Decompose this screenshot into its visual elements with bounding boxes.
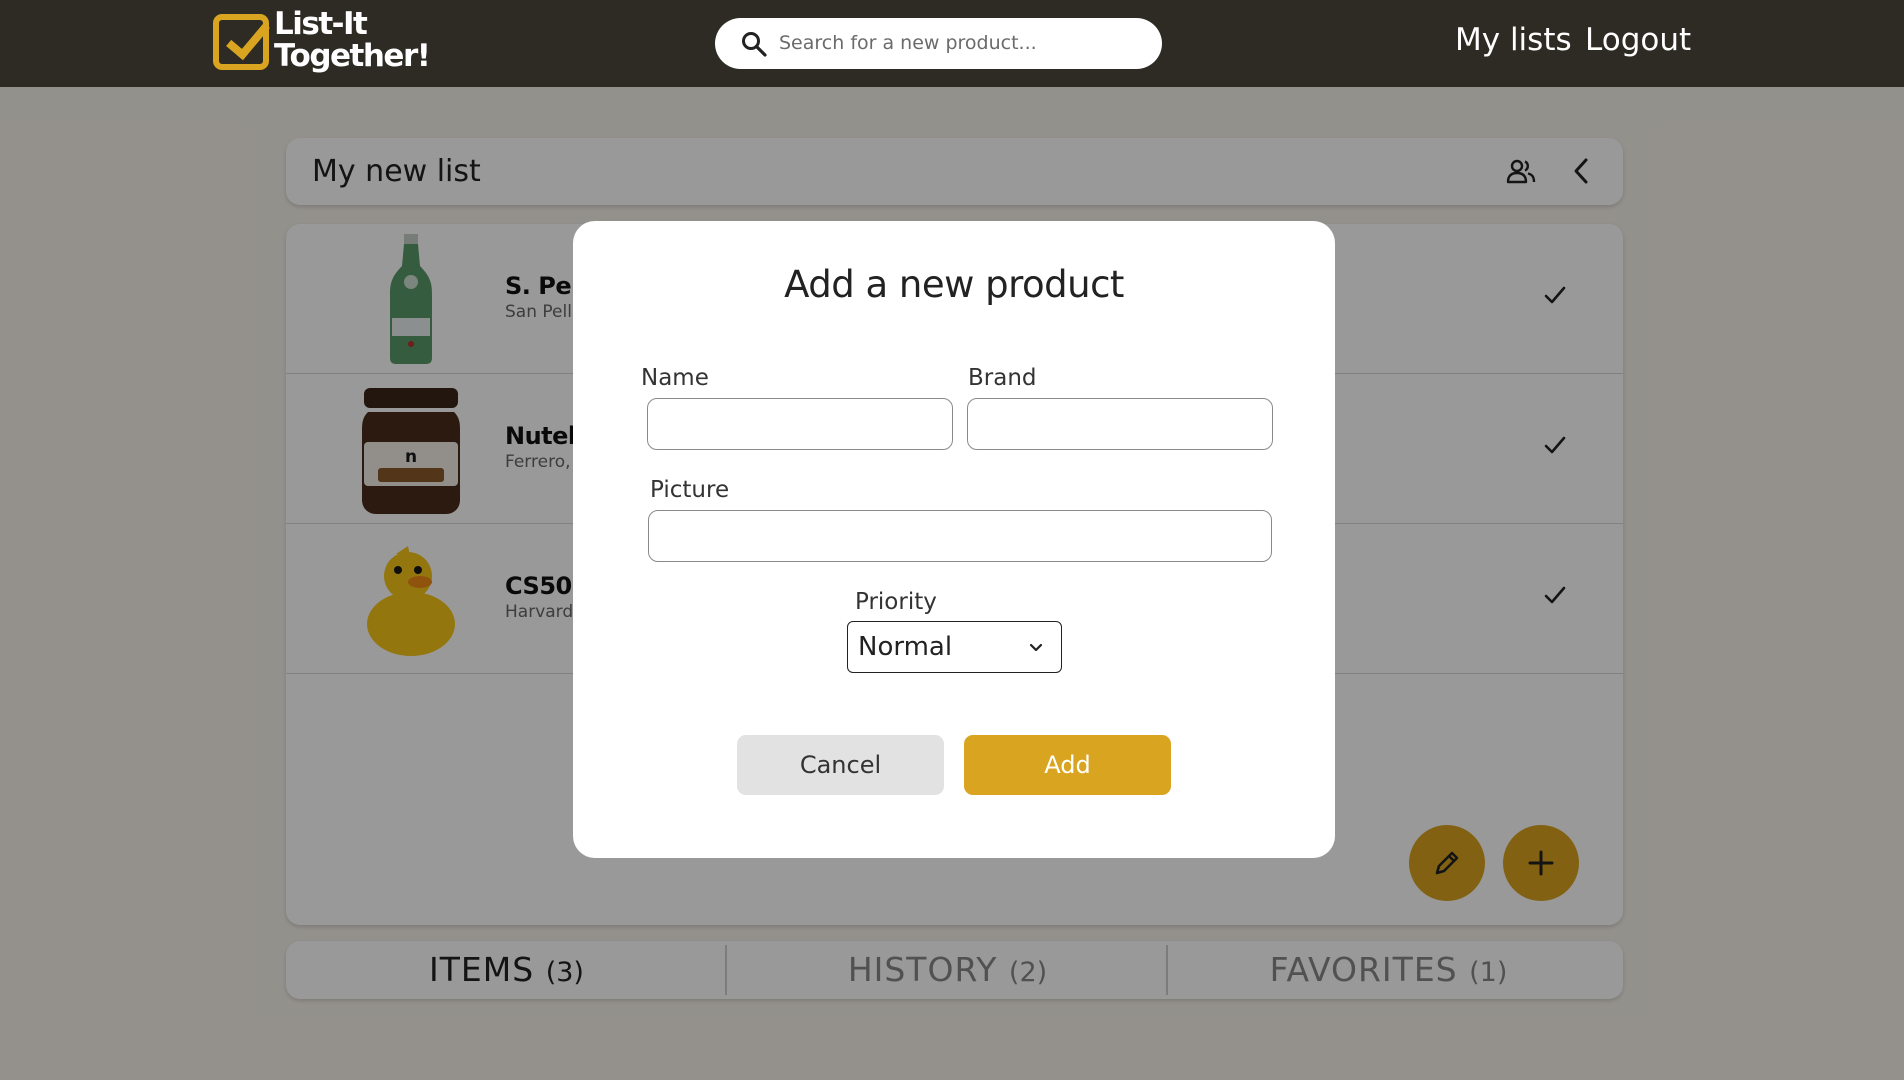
name-label: Name [641,365,709,391]
add-button[interactable]: Add [964,735,1171,795]
brand-label: Brand [968,365,1037,391]
logo-checkbox-icon [213,13,270,70]
logo-text: List-It Together! [274,6,431,74]
nav-my-lists-link[interactable]: My lists [1455,22,1572,58]
priority-selected-value: Normal [858,632,953,662]
cancel-button[interactable]: Cancel [737,735,944,795]
dialog-title: Add a new product [784,263,1124,306]
chevron-down-icon [1029,643,1043,652]
add-product-dialog: Add a new product Name Brand Picture Pri… [573,221,1335,858]
top-navbar: List-It Together! My lists Logout [0,0,1904,87]
search-input[interactable] [779,26,1139,60]
picture-label: Picture [650,477,730,503]
brand-field[interactable] [967,398,1273,450]
priority-select[interactable]: Normal [847,621,1062,673]
name-field[interactable] [647,398,953,450]
search-icon [742,32,767,57]
app-logo[interactable]: List-It Together! [210,8,450,80]
nav-logout-link[interactable]: Logout [1585,22,1691,58]
picture-field[interactable] [648,510,1272,562]
product-search-bar [715,18,1162,69]
priority-label: Priority [855,589,937,615]
